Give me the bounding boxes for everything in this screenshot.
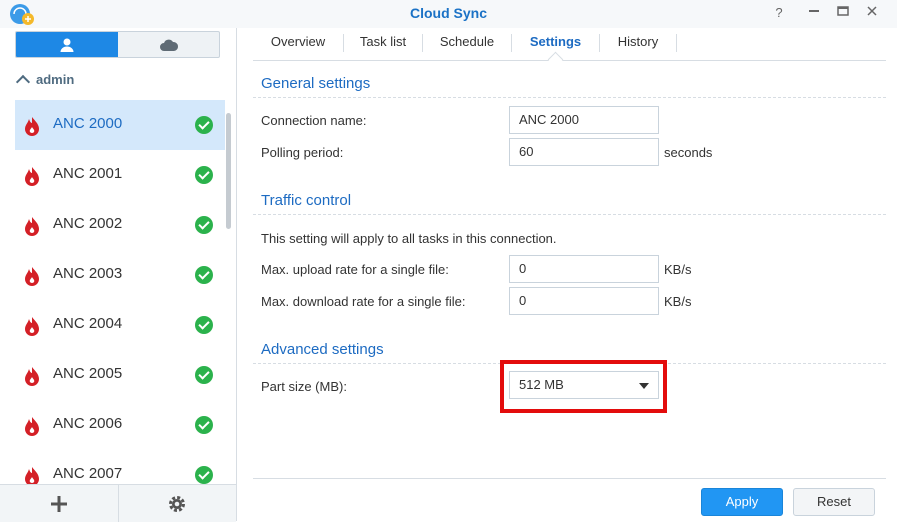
- general-settings-title: General settings: [261, 75, 371, 92]
- cloud-icon: [160, 39, 179, 51]
- user-group-header[interactable]: admin: [15, 72, 75, 90]
- traffic-note: This setting will apply to all tasks in …: [261, 231, 557, 246]
- tab-history[interactable]: History: [600, 28, 676, 60]
- view-toggle: [15, 31, 220, 58]
- tab-schedule[interactable]: Schedule: [423, 28, 511, 60]
- status-ok-icon: [195, 116, 213, 134]
- connection-name: ANC 2000: [53, 115, 123, 132]
- footer-divider: [253, 478, 886, 479]
- section-divider: [253, 97, 886, 98]
- download-rate-unit: KB/s: [664, 294, 692, 309]
- upload-rate-label: Max. upload rate for a single file:: [261, 262, 449, 277]
- connection-name: ANC 2001: [53, 165, 123, 182]
- add-connection-button[interactable]: [0, 485, 119, 522]
- settings-button[interactable]: [118, 485, 236, 522]
- maximize-icon[interactable]: [833, 4, 853, 22]
- connection-item[interactable]: ANC 2006: [15, 400, 225, 450]
- status-ok-icon: [195, 166, 213, 184]
- connection-name: ANC 2006: [53, 415, 123, 432]
- connection-item[interactable]: ANC 2005: [15, 350, 225, 400]
- connection-item[interactable]: ANC 2004: [15, 300, 225, 350]
- traffic-control-title: Traffic control: [261, 192, 352, 209]
- title-bar: Cloud Sync ?: [0, 0, 897, 28]
- connection-item[interactable]: ANC 2002: [15, 200, 225, 250]
- chevron-up-icon: [15, 74, 31, 90]
- help-icon[interactable]: ?: [769, 4, 789, 22]
- connection-item[interactable]: ANC 2003: [15, 250, 225, 300]
- apply-button[interactable]: Apply: [701, 488, 783, 516]
- backblaze-flame-icon: [25, 167, 39, 186]
- backblaze-flame-icon: [25, 317, 39, 336]
- status-ok-icon: [195, 366, 213, 384]
- connection-name: ANC 2003: [53, 265, 123, 282]
- status-ok-icon: [195, 416, 213, 434]
- backblaze-flame-icon: [25, 467, 39, 484]
- connection-name: ANC 2002: [53, 215, 123, 232]
- close-icon[interactable]: [862, 4, 882, 22]
- minimize-icon[interactable]: [804, 4, 824, 22]
- sidebar-footer: [0, 484, 236, 522]
- backblaze-flame-icon: [25, 267, 39, 286]
- download-rate-label: Max. download rate for a single file:: [261, 294, 466, 309]
- connection-item[interactable]: ANC 2000: [15, 100, 225, 150]
- user-view-button[interactable]: [16, 32, 118, 57]
- status-ok-icon: [195, 216, 213, 234]
- tab-task-list[interactable]: Task list: [344, 28, 422, 60]
- user-icon: [60, 38, 74, 52]
- backblaze-flame-icon: [25, 117, 39, 136]
- sidebar-scrollbar[interactable]: [226, 113, 231, 229]
- window-title: Cloud Sync: [409, 5, 487, 21]
- connection-name-field[interactable]: ANC 2000: [509, 106, 659, 134]
- reset-button[interactable]: Reset: [793, 488, 875, 516]
- upload-rate-field[interactable]: 0: [509, 255, 659, 283]
- connection-list: ANC 2000 ANC 2001 ANC 2002 ANC 2003 ANC …: [15, 100, 225, 484]
- connection-name: ANC 2005: [53, 365, 123, 382]
- connection-name: ANC 2007: [53, 465, 123, 482]
- highlight-box: [500, 360, 667, 413]
- backblaze-flame-icon: [25, 217, 39, 236]
- connection-name: ANC 2004: [53, 315, 123, 332]
- tab-divider: [676, 34, 677, 52]
- advanced-settings-title: Advanced settings: [261, 341, 384, 358]
- plus-icon: [51, 495, 67, 512]
- cloud-view-button[interactable]: [118, 32, 219, 57]
- status-ok-icon: [195, 266, 213, 284]
- connection-item[interactable]: ANC 2007: [15, 450, 225, 484]
- upload-rate-unit: KB/s: [664, 262, 692, 277]
- tab-bar: Overview Task list Schedule Settings His…: [253, 28, 886, 68]
- sidebar: admin ANC 2000 ANC 2001 ANC 2002 ANC 200…: [0, 28, 237, 522]
- status-ok-icon: [195, 466, 213, 484]
- polling-unit: seconds: [664, 145, 713, 160]
- connection-item[interactable]: ANC 2001: [15, 150, 225, 200]
- polling-period-field[interactable]: 60: [509, 138, 659, 166]
- backblaze-flame-icon: [25, 417, 39, 436]
- connection-name-label: Connection name:: [261, 113, 367, 128]
- backblaze-flame-icon: [25, 367, 39, 386]
- part-size-label: Part size (MB):: [261, 379, 347, 394]
- gear-icon: [169, 495, 185, 512]
- polling-period-label: Polling period:: [261, 145, 344, 160]
- download-rate-field[interactable]: 0: [509, 287, 659, 315]
- status-ok-icon: [195, 316, 213, 334]
- section-divider: [253, 214, 886, 215]
- tab-overview[interactable]: Overview: [253, 28, 343, 60]
- group-name: admin: [36, 72, 75, 87]
